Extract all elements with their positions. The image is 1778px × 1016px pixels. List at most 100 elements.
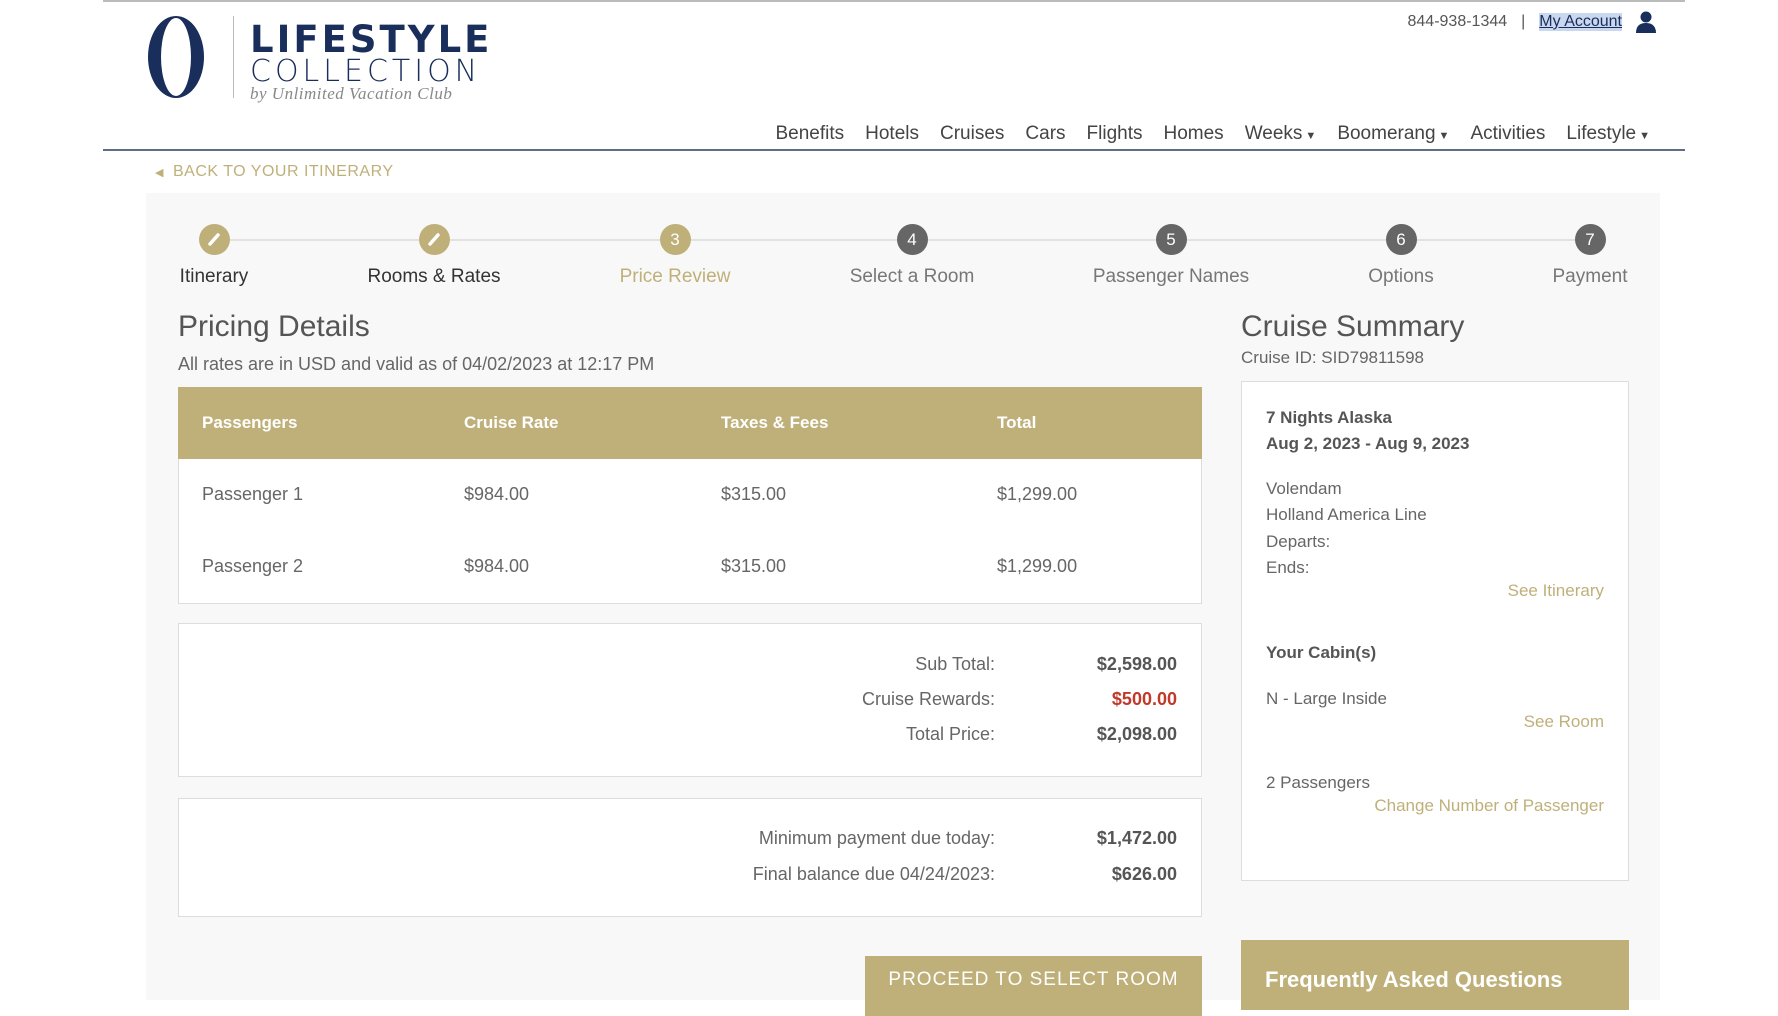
nav-item-cars[interactable]: Cars <box>1025 123 1065 145</box>
nav-item-boomerang[interactable]: Boomerang ▼ <box>1337 123 1449 145</box>
subtotal-value: $2,598.00 <box>1096 654 1177 674</box>
total-label: Total Price: <box>905 724 995 744</box>
table-header: Passengers Cruise Rate Taxes & Fees Tota… <box>178 387 1202 459</box>
phone-number: 844-938-1344 <box>1407 13 1508 30</box>
cabin-type: N - Large Inside <box>1266 689 1387 708</box>
back-link-label: BACK TO YOUR ITINERARY <box>172 163 394 180</box>
nav-item-benefits[interactable]: Benefits <box>775 123 844 145</box>
table-row: Passenger 1 $984.00 $315.00 $1,299.00 <box>178 459 1202 531</box>
cell: $315.00 <box>721 556 787 576</box>
rewards-label: Cruise Rewards: <box>861 689 995 709</box>
cell: $984.00 <box>464 484 530 504</box>
rewards-value: $500.00 <box>1111 689 1177 709</box>
cell: $1,299.00 <box>997 556 1078 576</box>
subtotal-label: Sub Total: <box>915 654 995 674</box>
step-label: Options <box>1368 266 1434 287</box>
top-border <box>103 0 1685 2</box>
final-balance-label: Final balance due 04/24/2023: <box>752 864 995 884</box>
cell: $984.00 <box>464 556 530 576</box>
nav-label: Flights <box>1086 123 1143 144</box>
nav-label: Hotels <box>865 123 919 144</box>
cruise-line: Holland America Line <box>1266 505 1427 524</box>
step-number: 3 <box>659 224 691 255</box>
nav-item-cruises[interactable]: Cruises <box>940 123 1004 145</box>
see-room-link[interactable]: See Room <box>1524 712 1604 732</box>
step-number: 6 <box>1385 224 1417 255</box>
departs-label: Departs: <box>1266 532 1331 551</box>
page-title: Pricing Details <box>178 310 370 343</box>
nav-label: Homes <box>1163 123 1224 144</box>
pencil-icon <box>198 224 230 255</box>
separator: | <box>1521 13 1526 30</box>
nav-label: Lifestyle <box>1566 123 1637 144</box>
step-price-review: 3 Price Review <box>575 224 775 288</box>
nav-label: Weeks <box>1244 123 1303 144</box>
cruise-name: 7 Nights Alaska <box>1266 408 1392 427</box>
ends-label: Ends: <box>1266 558 1310 577</box>
step-label: Select a Room <box>849 266 975 287</box>
pencil-icon <box>418 224 450 255</box>
logo-divider <box>233 16 234 98</box>
nav-item-weeks[interactable]: Weeks ▼ <box>1245 123 1317 145</box>
back-to-itinerary-link[interactable]: ◀ BACK TO YOUR ITINERARY <box>155 163 394 181</box>
cell: $315.00 <box>721 484 787 504</box>
change-passengers-link[interactable]: Change Number of Passenger <box>1374 796 1604 816</box>
cruise-dates: Aug 2, 2023 - Aug 9, 2023 <box>1266 434 1470 453</box>
step-number: 7 <box>1574 224 1606 255</box>
column-header: Cruise Rate <box>464 413 559 432</box>
step-payment: 7 Payment <box>1490 224 1690 288</box>
nav-label: Cruises <box>940 123 1005 144</box>
cruise-id: Cruise ID: SID79811598 <box>1241 348 1425 367</box>
payment-schedule-box: Minimum payment due today: $1,472.00 Fina… <box>178 798 1202 917</box>
caret-down-icon: ▼ <box>1639 130 1650 142</box>
step-passenger-names: 5 Passenger Names <box>1071 224 1271 288</box>
nav-item-lifestyle[interactable]: Lifestyle ▼ <box>1566 123 1650 145</box>
cruise-summary-box: 7 Nights Alaska Aug 2, 2023 - Aug 9, 202… <box>1241 381 1629 881</box>
column-header: Total <box>997 413 1037 432</box>
logo-tagline: by Unlimited Vacation Club <box>250 84 453 103</box>
cell: Passenger 2 <box>202 556 304 576</box>
nav-item-flights[interactable]: Flights <box>1087 123 1143 145</box>
proceed-to-select-room-button[interactable]: PROCEED TO SELECT ROOM <box>865 956 1202 1016</box>
ship-name: Volendam <box>1266 479 1342 498</box>
total-value: $2,098.00 <box>1096 724 1177 744</box>
nav-label: Benefits <box>775 123 845 144</box>
nav-divider <box>103 149 1685 151</box>
passenger-count: 2 Passengers <box>1266 773 1370 792</box>
column-header: Passengers <box>202 413 298 432</box>
logo-mark-icon <box>148 16 204 98</box>
logo[interactable]: LIFESTYLE COLLECTION by Unlimited Vacati… <box>146 14 489 103</box>
cell: Passenger 1 <box>202 484 304 504</box>
cabins-title: Your Cabin(s) <box>1266 643 1377 662</box>
min-payment-value: $1,472.00 <box>1096 828 1177 848</box>
table-row: Passenger 2 $984.00 $315.00 $1,299.00 <box>178 531 1202 603</box>
step-label: Passenger Names <box>1092 266 1250 287</box>
step-select-a-room: 4 Select a Room <box>812 224 1012 288</box>
step-label: Rooms & Rates <box>367 266 501 287</box>
final-balance-value: $626.00 <box>1111 864 1177 884</box>
caret-down-icon: ▼ <box>1305 130 1317 142</box>
main-nav: Benefits Hotels Cruises Cars Flights Homes Wee… <box>775 123 1650 145</box>
step-label: Price Review <box>619 266 731 287</box>
step-number: 4 <box>896 224 928 255</box>
step-itinerary[interactable]: Itinerary <box>114 224 314 288</box>
user-icon[interactable] <box>1636 11 1656 33</box>
cell: $1,299.00 <box>997 484 1078 504</box>
nav-item-hotels[interactable]: Hotels <box>865 123 919 145</box>
cruise-summary-title: Cruise Summary <box>1241 310 1465 343</box>
rates-note: All rates are in USD and valid as of 04/… <box>178 354 655 374</box>
see-itinerary-link[interactable]: See Itinerary <box>1508 581 1604 601</box>
nav-item-activities[interactable]: Activities <box>1470 123 1545 145</box>
step-label: Payment <box>1552 266 1628 287</box>
nav-item-homes[interactable]: Homes <box>1164 123 1224 145</box>
step-label: Itinerary <box>179 266 249 287</box>
step-options: 6 Options <box>1301 224 1501 288</box>
nav-label: Boomerang <box>1337 123 1436 144</box>
utility-bar: 844-938-1344 | My Account <box>1407 11 1656 33</box>
my-account-link[interactable]: My Account <box>1539 13 1622 31</box>
step-number: 5 <box>1155 224 1187 255</box>
min-payment-label: Minimum payment due today: <box>758 828 995 848</box>
caret-down-icon: ▼ <box>1438 130 1450 142</box>
nav-label: Cars <box>1025 123 1066 144</box>
step-rooms-rates[interactable]: Rooms & Rates <box>334 224 534 288</box>
